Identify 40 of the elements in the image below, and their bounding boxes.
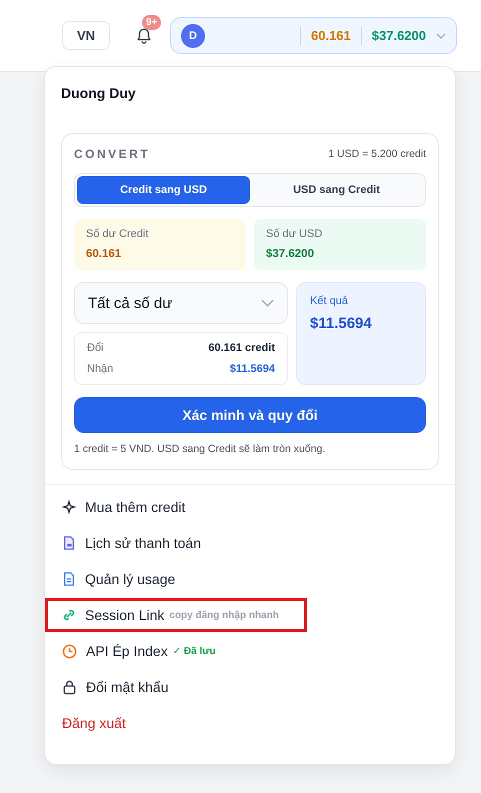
balance-value: $37.6200 xyxy=(266,248,315,260)
avatar: D xyxy=(181,24,205,48)
clock-icon xyxy=(62,644,77,658)
result-label: Kết quả xyxy=(310,295,349,307)
summary-label: Nhận xyxy=(87,363,114,375)
exchange-rate: 1 USD = 5.200 credit xyxy=(328,148,426,160)
menu-item[interactable]: Đăng xuất xyxy=(45,709,307,737)
menu-item[interactable]: Session Link copy đăng nhập nhanh xyxy=(45,598,307,632)
lock-icon xyxy=(62,679,77,695)
convert-button[interactable]: Xác minh và quy đổi xyxy=(74,397,426,433)
menu-item[interactable]: API Ép Index ✓ Đã lưu xyxy=(45,637,307,665)
menu-item[interactable]: Mua thêm credit xyxy=(45,493,307,521)
mode-tab[interactable]: USD sang Credit xyxy=(250,176,423,204)
menu-item[interactable]: Quản lý usage xyxy=(45,565,307,593)
convert-title: CONVERT xyxy=(74,147,150,161)
file-icon xyxy=(62,535,76,551)
chevron-down-icon xyxy=(436,32,446,38)
link-icon xyxy=(62,608,76,622)
credit-balance: 60.161 xyxy=(311,28,351,43)
balance-value: 60.161 xyxy=(86,248,122,260)
usd-balance: $37.6200 xyxy=(372,28,426,43)
menu-item[interactable]: Lịch sử thanh toán xyxy=(45,529,307,557)
notification-badge: 9+ xyxy=(142,14,162,30)
bell-icon[interactable] xyxy=(135,26,153,44)
amount-select[interactable]: Tất cả số dư xyxy=(74,282,288,324)
summary-value: $11.5694 xyxy=(230,363,275,375)
summary-value: 60.161 credit xyxy=(208,342,275,354)
mode-tab[interactable]: Credit sang USD xyxy=(77,176,250,204)
balance-label: Số dư USD xyxy=(266,228,324,240)
chevron-down-icon xyxy=(261,299,274,307)
menu-item[interactable]: Đổi mật khẩu xyxy=(45,673,307,701)
account-button[interactable]: D 60.161 $37.6200 xyxy=(170,17,457,54)
user-name: Duong Duy xyxy=(61,85,137,101)
balance-label: Số dư Credit xyxy=(86,228,150,240)
sparkle-icon xyxy=(62,500,76,514)
language-button[interactable]: VN xyxy=(62,21,110,50)
document-icon xyxy=(62,571,76,587)
summary-label: Đổi xyxy=(87,342,104,354)
result-value: $11.5694 xyxy=(310,315,373,332)
conversion-note: 1 credit = 5 VND. USD sang Credit sẽ làm tròn xuống. xyxy=(74,443,326,455)
